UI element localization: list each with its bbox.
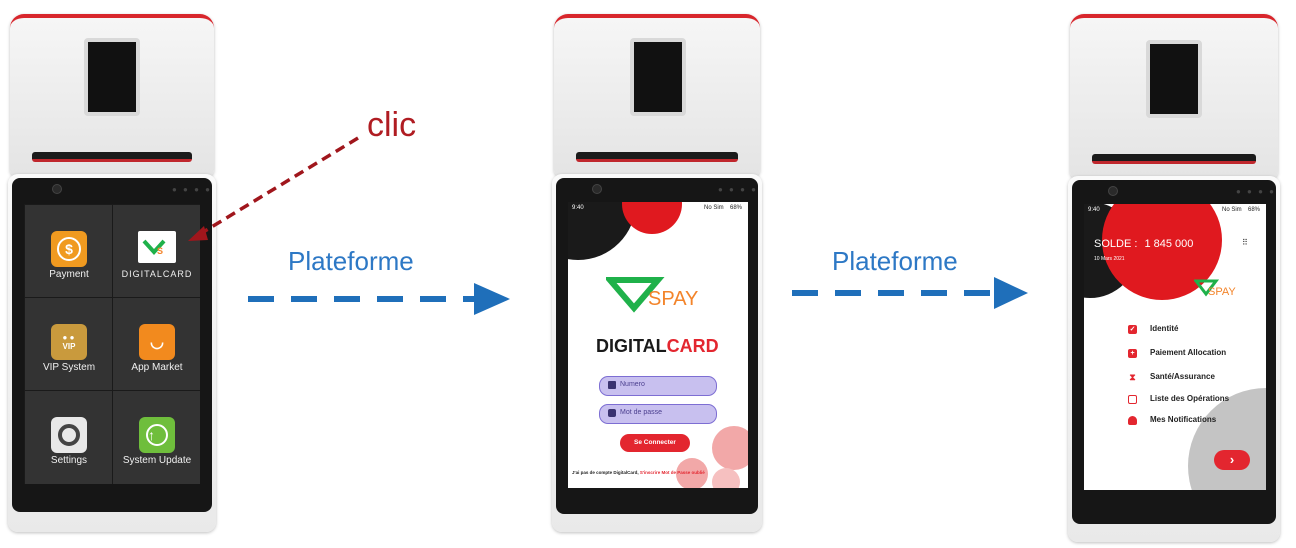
app-label: App Market bbox=[131, 362, 183, 373]
camera-icon bbox=[52, 184, 62, 194]
fingerprint-sensor bbox=[630, 38, 686, 116]
app-label: DIGITALCARD bbox=[121, 269, 193, 279]
balance-label: SOLDE : bbox=[1094, 238, 1138, 250]
login-logo-text: SPAY bbox=[648, 288, 699, 310]
status-bar: 9:40 No Sim 68% bbox=[1084, 204, 1266, 216]
svg-text:S: S bbox=[157, 246, 163, 256]
username-placeholder: Numero bbox=[620, 381, 645, 388]
menu-label: Identité bbox=[1150, 324, 1179, 333]
device-body: ● ● ● ● 9:40 No Sim 68% SPAY DIGITALCARD bbox=[552, 174, 762, 532]
app-label: System Update bbox=[122, 455, 192, 466]
fingerprint-sensor bbox=[84, 38, 140, 116]
dollar-icon: $ bbox=[51, 231, 87, 267]
battery-level: 68% bbox=[1248, 207, 1261, 213]
printer-head bbox=[554, 14, 760, 176]
fingerprint-sensor bbox=[1146, 40, 1202, 118]
flow-arrow-1 bbox=[248, 283, 510, 315]
hourglass-icon: ⧗ bbox=[1129, 372, 1136, 382]
username-field[interactable]: Numero bbox=[599, 376, 717, 396]
flow-arrow-2 bbox=[792, 277, 1028, 309]
calendar-icon bbox=[1128, 395, 1137, 404]
paper-slot bbox=[32, 152, 192, 162]
menu-label: Paiement Allocation bbox=[1150, 348, 1227, 357]
app-tile-payment[interactable]: $ Payment bbox=[24, 204, 114, 299]
paper-slot bbox=[1092, 154, 1256, 164]
app-label: Settings bbox=[50, 455, 88, 466]
id-card-icon: ✓ bbox=[1128, 325, 1137, 334]
spay-logo-icon: S bbox=[138, 231, 176, 263]
status-bar: 9:40 No Sim 68% bbox=[568, 202, 748, 214]
balance-date: 10 Mars 2021 bbox=[1094, 256, 1125, 262]
printer-head bbox=[1070, 14, 1278, 178]
signup-link[interactable]: S'inscrire bbox=[640, 470, 660, 475]
status-time: 9:40 bbox=[1088, 207, 1100, 213]
device-2: ● ● ● ● 9:40 No Sim 68% SPAY DIGITALCARD bbox=[552, 14, 764, 534]
menu-label: Santé/Assurance bbox=[1150, 372, 1215, 381]
app-tile-app-market[interactable]: ◡ App Market bbox=[112, 297, 200, 392]
clic-arrow bbox=[188, 136, 359, 241]
sensor-dots: ● ● ● ● bbox=[718, 185, 758, 194]
dashboard-screen: 9:40 No Sim 68% SOLDE : 1 845 000 10 Mar… bbox=[1084, 204, 1266, 490]
camera-icon bbox=[592, 184, 602, 194]
camera-icon bbox=[1108, 186, 1118, 196]
menu-label: Mes Notifications bbox=[1150, 415, 1217, 424]
login-button[interactable]: Se Connecter bbox=[620, 434, 690, 452]
battery-level: 68% bbox=[730, 205, 743, 211]
plus-icon: + bbox=[1128, 349, 1137, 358]
login-screen: 9:40 No Sim 68% SPAY DIGITALCARD Numero bbox=[568, 202, 748, 488]
brand-title-a: DIGITAL bbox=[596, 336, 667, 356]
user-icon bbox=[608, 381, 616, 389]
app-tile-vip[interactable]: ● ● VIP VIP System bbox=[24, 297, 114, 392]
forgot-link[interactable]: Mot de Passe oublié bbox=[661, 470, 704, 475]
vip-icon: ● ● VIP bbox=[51, 324, 87, 360]
lock-icon bbox=[608, 409, 616, 417]
status-sim: No Sim bbox=[704, 205, 724, 211]
clic-label: clic bbox=[367, 106, 417, 144]
login-footer: J'ai pas de compte DigitalCard, S'inscri… bbox=[572, 470, 705, 475]
device-3: ● ● ● ● 9:40 No Sim 68% SOLDE : 1 845 00… bbox=[1068, 14, 1282, 544]
password-placeholder: Mot de passe bbox=[620, 409, 663, 416]
menu-label: Liste des Opérations bbox=[1150, 394, 1230, 403]
app-label: Payment bbox=[49, 269, 89, 280]
launcher-screen: $ Payment S DIGITALCARD ● ● VIP VIP Syste… bbox=[24, 204, 200, 484]
brand-title: DIGITALCARD bbox=[596, 336, 719, 357]
device-1: ● ● ● ● $ Payment S DIGITALCARD ● ● VIP V… bbox=[8, 14, 218, 534]
shopping-bag-icon: ◡ bbox=[139, 324, 175, 360]
status-time: 9:40 bbox=[572, 205, 584, 211]
brand-title-b: CARD bbox=[666, 336, 719, 356]
dashboard-menu: ✓ Identité + Paiement Allocation ⧗ Santé… bbox=[1128, 324, 1264, 434]
bezel: ● ● ● ● 9:40 No Sim 68% SPAY DIGITALCARD bbox=[556, 178, 758, 514]
balance: SOLDE : 1 845 000 bbox=[1094, 238, 1193, 250]
gear-icon bbox=[51, 417, 87, 453]
bell-icon bbox=[1128, 416, 1137, 425]
next-button[interactable]: › bbox=[1214, 450, 1250, 470]
bezel: ● ● ● ● 9:40 No Sim 68% SOLDE : 1 845 00… bbox=[1072, 180, 1276, 524]
more-icon[interactable]: ⠿ bbox=[1242, 238, 1248, 247]
sensor-dots: ● ● ● ● bbox=[1236, 187, 1276, 196]
plateforme-label-1: Plateforme bbox=[288, 246, 414, 276]
plateforme-label-2: Plateforme bbox=[832, 246, 958, 276]
paper-slot bbox=[576, 152, 738, 162]
dashboard-logo-text: SPAY bbox=[1208, 286, 1236, 298]
app-tile-system-update[interactable]: ↑ System Update bbox=[112, 390, 200, 484]
app-tile-settings[interactable]: Settings bbox=[24, 390, 114, 484]
status-sim: No Sim bbox=[1222, 207, 1242, 213]
balance-value: 1 845 000 bbox=[1144, 238, 1194, 250]
upload-icon: ↑ bbox=[139, 417, 175, 453]
footer-text: J'ai pas de compte DigitalCard, bbox=[572, 470, 639, 475]
device-body: ● ● ● ● 9:40 No Sim 68% SOLDE : 1 845 00… bbox=[1068, 176, 1280, 542]
app-label: VIP System bbox=[42, 362, 96, 373]
